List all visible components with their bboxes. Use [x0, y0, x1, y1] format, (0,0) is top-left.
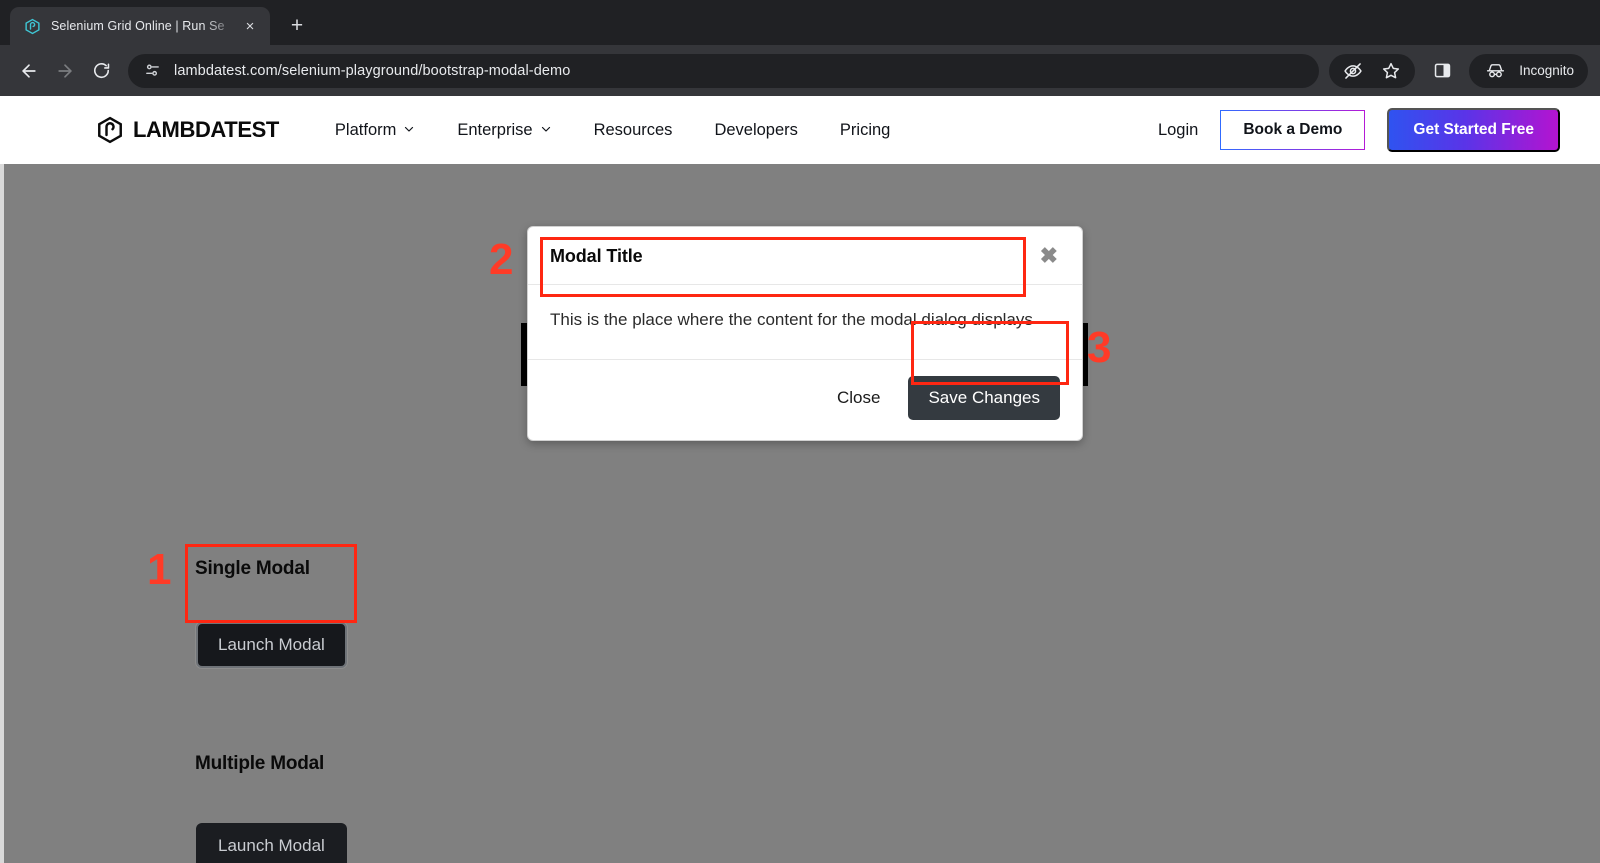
- page-viewport: LAMBDATEST Platform Enterprise Resources: [0, 96, 1600, 863]
- nav-item-pricing[interactable]: Pricing: [840, 121, 890, 140]
- nav-item-developers[interactable]: Developers: [714, 121, 797, 140]
- launch-modal-multiple-button[interactable]: Launch Modal: [196, 823, 347, 863]
- multiple-modal-heading: Multiple Modal: [195, 753, 325, 774]
- tab-close-icon[interactable]: ×: [240, 16, 260, 36]
- nav-label: Developers: [714, 120, 798, 139]
- nav-item-resources[interactable]: Resources: [594, 121, 673, 140]
- header-actions: Login Book a Demo Get Started Free: [1158, 108, 1560, 152]
- reload-icon[interactable]: [84, 54, 118, 88]
- lambdatest-mark-icon: [98, 116, 122, 144]
- logo-text: LAMBDATEST: [133, 117, 279, 142]
- incognito-indicator[interactable]: Incognito: [1469, 53, 1588, 88]
- main-navigation: Platform Enterprise Resources Developers: [335, 121, 890, 140]
- chevron-down-icon: [403, 121, 415, 140]
- modal-title: Modal Title: [550, 245, 643, 266]
- new-tab-button[interactable]: +: [282, 11, 312, 41]
- modal-body-text: This is the place where the content for …: [550, 310, 1033, 329]
- forward-arrow-icon: [48, 54, 82, 88]
- eye-slash-icon[interactable]: [1337, 55, 1369, 87]
- toolbar-right-actions: Incognito: [1329, 53, 1588, 88]
- launch-modal-single-button[interactable]: Launch Modal: [196, 622, 347, 668]
- tab-title: Selenium Grid Online | Run Se: [51, 19, 225, 33]
- address-bar[interactable]: lambdatest.com/selenium-playground/boots…: [128, 53, 1320, 88]
- back-arrow-icon[interactable]: [12, 54, 46, 88]
- nav-label: Resources: [593, 120, 673, 139]
- omnibox-action-pill: [1329, 53, 1416, 88]
- page-info-icon[interactable]: [142, 61, 162, 81]
- nav-item-platform[interactable]: Platform: [335, 121, 415, 140]
- split-panel-icon[interactable]: [1425, 54, 1459, 88]
- incognito-hat-icon: [1479, 55, 1511, 87]
- nav-label: Platform: [334, 120, 397, 139]
- annotation-number-1: 1: [147, 545, 172, 594]
- tab-strip: Selenium Grid Online | Run Se × +: [0, 0, 1600, 45]
- lambdatest-logo[interactable]: LAMBDATEST: [96, 116, 279, 144]
- single-modal-heading: Single Modal: [195, 558, 310, 579]
- nav-item-enterprise[interactable]: Enterprise: [457, 121, 551, 140]
- chevron-down-icon: [540, 121, 552, 140]
- browser-window: Selenium Grid Online | Run Se × + lambda…: [0, 0, 1600, 863]
- annotation-number-2: 2: [489, 235, 514, 284]
- book-a-demo-button[interactable]: Book a Demo: [1220, 110, 1366, 150]
- browser-toolbar: lambdatest.com/selenium-playground/boots…: [0, 45, 1600, 96]
- annotation-number-3: 3: [1087, 323, 1112, 372]
- incognito-label: Incognito: [1519, 63, 1574, 78]
- browser-tab[interactable]: Selenium Grid Online | Run Se ×: [10, 7, 270, 45]
- modal-body: This is the place where the content for …: [528, 285, 1082, 359]
- lambdatest-logo-icon: [24, 18, 41, 35]
- url-text: lambdatest.com/selenium-playground/boots…: [174, 62, 571, 79]
- site-header: LAMBDATEST Platform Enterprise Resources: [0, 96, 1600, 164]
- star-icon[interactable]: [1375, 55, 1407, 87]
- get-started-free-button[interactable]: Get Started Free: [1387, 108, 1560, 152]
- nav-label: Pricing: [839, 120, 891, 139]
- modal-footer: Close Save Changes: [528, 359, 1082, 440]
- bootstrap-modal-dialog: Modal Title ✖ This is the place where th…: [527, 226, 1083, 442]
- login-link[interactable]: Login: [1158, 121, 1198, 140]
- modal-header: Modal Title ✖: [528, 227, 1082, 285]
- nav-label: Enterprise: [457, 120, 533, 139]
- modal-close-button[interactable]: Close: [835, 382, 882, 414]
- modal-save-changes-button[interactable]: Save Changes: [908, 376, 1060, 421]
- close-icon[interactable]: ✖: [1038, 245, 1060, 267]
